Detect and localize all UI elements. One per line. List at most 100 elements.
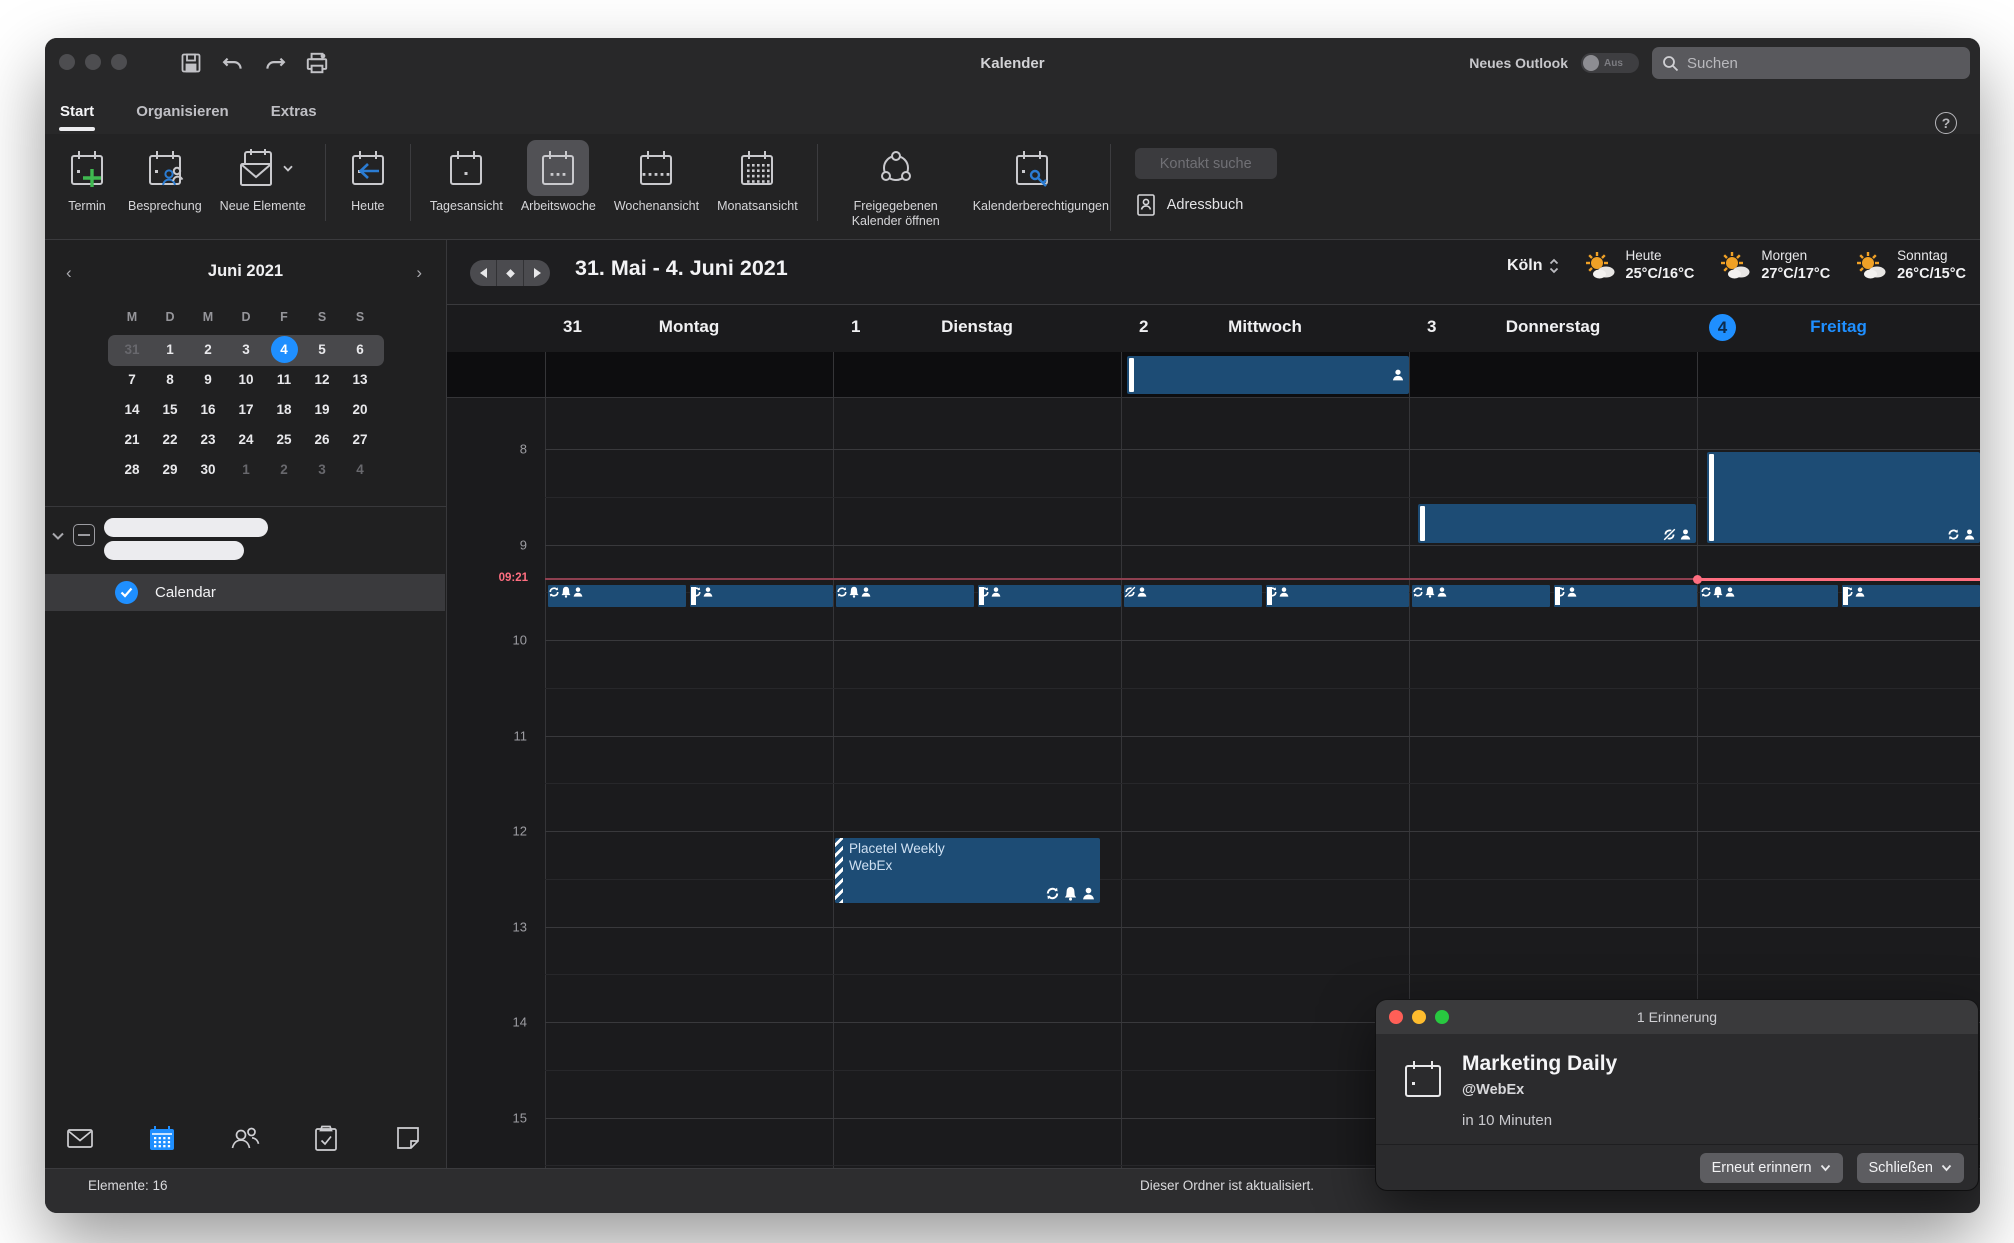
neues-outlook-toggle[interactable]: Aus [1581,53,1639,73]
ribbon-button-neue-elemente[interactable]: Neue Elemente [211,140,315,229]
mini-day[interactable]: 27 [341,424,379,454]
module-people[interactable] [229,1122,261,1154]
search-field[interactable] [1652,47,1970,79]
weather-sonntag[interactable]: Sonntag 26°C/15°C [1856,248,1966,283]
all-day-event[interactable] [1127,356,1409,394]
mini-day[interactable]: 20 [341,394,379,424]
all-day-cell[interactable] [833,352,1121,398]
ribbon-button-besprechung[interactable]: Besprechung [119,140,211,229]
mini-day[interactable]: 25 [265,424,303,454]
toggle-knob [1583,55,1599,71]
mini-day[interactable]: 17 [227,394,265,424]
group-checkbox-indeterminate[interactable] [73,524,95,546]
event-placetel-weekly[interactable]: Placetel WeeklyWebEx [835,838,1100,903]
mini-day[interactable]: 4 [341,454,379,484]
ribbon-button-termin[interactable]: Termin [55,140,119,229]
mini-day[interactable]: 23 [189,424,227,454]
mini-day[interactable]: 22 [151,424,189,454]
weather-heute[interactable]: Heute 25°C/16°C [1585,248,1695,283]
reminder-close-button[interactable] [1389,1010,1403,1024]
calendar-folder-row[interactable]: Calendar [45,574,445,611]
all-day-cell[interactable] [545,352,833,398]
prev-week-icon[interactable] [470,260,496,286]
mini-day[interactable]: 1 [151,334,189,364]
mini-day[interactable]: 14 [113,394,151,424]
mini-day[interactable]: 30 [189,454,227,484]
mini-day[interactable]: 5 [303,334,341,364]
mini-day[interactable]: 29 [151,454,189,484]
module-mail[interactable] [64,1122,96,1154]
timed-event[interactable] [1418,504,1696,543]
reminder-minimize-button[interactable] [1412,1010,1426,1024]
timed-event[interactable] [1707,452,1980,543]
module-calendar-active[interactable] [146,1122,178,1154]
meeting-chip[interactable] [690,585,833,607]
day-header-donnerstag[interactable]: 3 Donnerstag [1409,305,1697,352]
kontakt-suche-button[interactable]: Kontakt suche [1135,148,1277,179]
mini-day[interactable]: 21 [113,424,151,454]
dismiss-button[interactable]: Schließen [1857,1153,1964,1183]
tab-organisieren[interactable]: Organisieren [135,99,230,124]
meeting-chip[interactable] [1124,585,1262,607]
mini-day[interactable]: 3 [303,454,341,484]
day-header-mittwoch[interactable]: 2 Mittwoch [1121,305,1409,352]
ribbon-button-arbeitswoche[interactable]: Arbeitswoche [512,140,605,229]
weather-morgen[interactable]: Morgen 27°C/17°C [1720,248,1830,283]
mini-day[interactable]: 2 [265,454,303,484]
mini-day[interactable]: 18 [265,394,303,424]
reminder-zoom-button[interactable] [1435,1010,1449,1024]
mini-day[interactable]: 31 [113,334,151,364]
mini-day[interactable]: 3 [227,334,265,364]
ribbon-button-heute[interactable]: Heute [336,140,400,229]
meeting-chip[interactable] [1554,585,1697,607]
mini-day-today[interactable]: 4 [265,334,303,364]
mini-day[interactable]: 8 [151,364,189,394]
meeting-chip[interactable] [1842,585,1980,607]
weather-city[interactable]: Köln [1507,257,1559,275]
day-header-freitag[interactable]: 4 Freitag [1697,305,1980,352]
calendar-checkbox-checked[interactable] [115,581,138,604]
mini-day[interactable]: 7 [113,364,151,394]
mini-day[interactable]: 13 [341,364,379,394]
ribbon-button-tagesansicht[interactable]: Tagesansicht [421,140,512,229]
tab-start[interactable]: Start [59,99,95,124]
day-header-dienstag[interactable]: 1 Dienstag [833,305,1121,352]
ribbon-button-freigegebenen-kalender-ffnen[interactable]: Freigegebenen Kalender öffnen [828,140,964,229]
mini-next-month-icon[interactable]: › [416,263,422,283]
meeting-chip[interactable] [978,585,1121,607]
mini-day[interactable]: 28 [113,454,151,484]
mini-day[interactable]: 24 [227,424,265,454]
mini-day[interactable]: 15 [151,394,189,424]
mini-day[interactable]: 11 [265,364,303,394]
today-diamond-icon[interactable] [496,260,523,286]
chevron-down-icon[interactable] [51,528,65,546]
ribbon-button-wochenansicht[interactable]: Wochenansicht [605,140,708,229]
all-day-cell[interactable] [1697,352,1980,398]
mini-day[interactable]: 10 [227,364,265,394]
day-header-montag[interactable]: 31 Montag [545,305,833,352]
meeting-chip[interactable] [548,585,686,607]
help-icon[interactable]: ? [1935,112,1957,134]
mini-day[interactable]: 6 [341,334,379,364]
all-day-cell[interactable] [1409,352,1697,398]
adressbuch-button[interactable]: Adressbuch [1135,193,1277,217]
mini-day[interactable]: 1 [227,454,265,484]
meeting-chip[interactable] [1412,585,1550,607]
ribbon-button-kalenderberechtigungen[interactable]: Kalenderberechtigungen [964,140,1100,229]
search-input[interactable] [1687,55,1960,72]
meeting-chip[interactable] [836,585,974,607]
mini-day[interactable]: 2 [189,334,227,364]
ribbon-button-monatsansicht[interactable]: Monatsansicht [708,140,807,229]
mini-day[interactable]: 26 [303,424,341,454]
module-tasks[interactable] [310,1122,342,1154]
meeting-chip[interactable] [1700,585,1838,607]
snooze-button[interactable]: Erneut erinnern [1700,1153,1843,1183]
module-notes[interactable] [392,1122,424,1154]
meeting-chip[interactable] [1266,585,1409,607]
next-week-icon[interactable] [523,260,550,286]
mini-day[interactable]: 19 [303,394,341,424]
mini-day[interactable]: 16 [189,394,227,424]
tab-extras[interactable]: Extras [270,99,318,124]
mini-day[interactable]: 12 [303,364,341,394]
mini-day[interactable]: 9 [189,364,227,394]
